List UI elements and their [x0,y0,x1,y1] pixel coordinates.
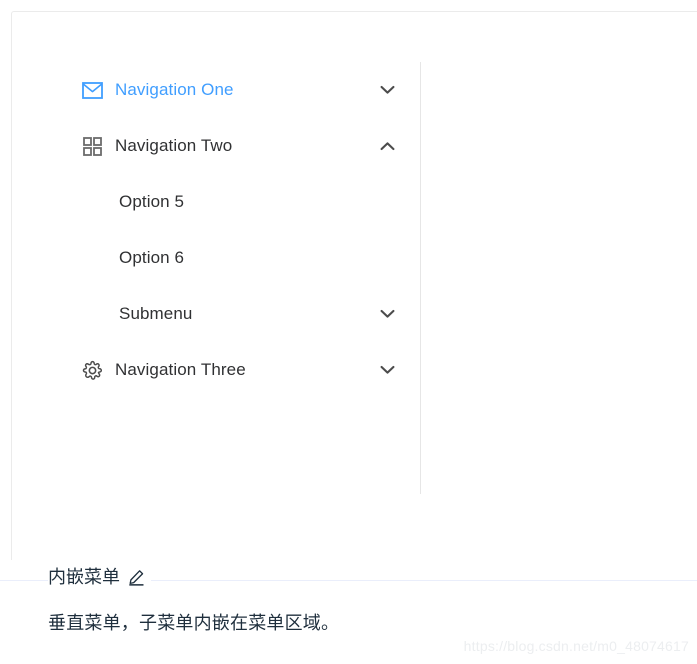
chevron-up-icon[interactable] [378,137,396,155]
menu-item-label: Navigation Two [115,136,233,155]
menu-item-label: Navigation One [115,80,234,99]
page-root: Navigation One Navigation Two Option 5 O… [0,0,697,664]
menu-item-navigation-three[interactable]: Navigation Three [60,342,420,398]
menu-item-label: Option 6 [119,248,185,267]
menu-item-navigation-one[interactable]: Navigation One [60,62,420,118]
chevron-down-icon[interactable] [378,305,396,323]
menu-item-navigation-two[interactable]: Navigation Two [60,118,420,174]
menu-item-label: Option 5 [119,192,185,211]
chevron-down-icon[interactable] [378,361,396,379]
menu-item-option-5[interactable]: Option 5 [60,174,420,230]
mail-icon [80,79,104,101]
grid-icon [80,135,104,157]
section-heading: 内嵌菜单 [48,568,151,586]
menu-item-submenu[interactable]: Submenu [60,286,420,342]
section-body-text: 垂直菜单，子菜单内嵌在菜单区域。 [48,613,340,633]
watermark: https://blog.csdn.net/m0_48074617 [463,638,689,654]
menu-item-label: Submenu [119,304,193,323]
menu-item-label: Navigation Three [115,360,246,379]
menu-item-option-6[interactable]: Option 6 [60,230,420,286]
section-heading-text: 内嵌菜单 [48,567,120,587]
chevron-down-icon[interactable] [378,81,396,99]
vertical-nav-menu: Navigation One Navigation Two Option 5 O… [60,62,421,494]
gear-icon [80,359,104,381]
pencil-icon[interactable] [127,568,145,586]
